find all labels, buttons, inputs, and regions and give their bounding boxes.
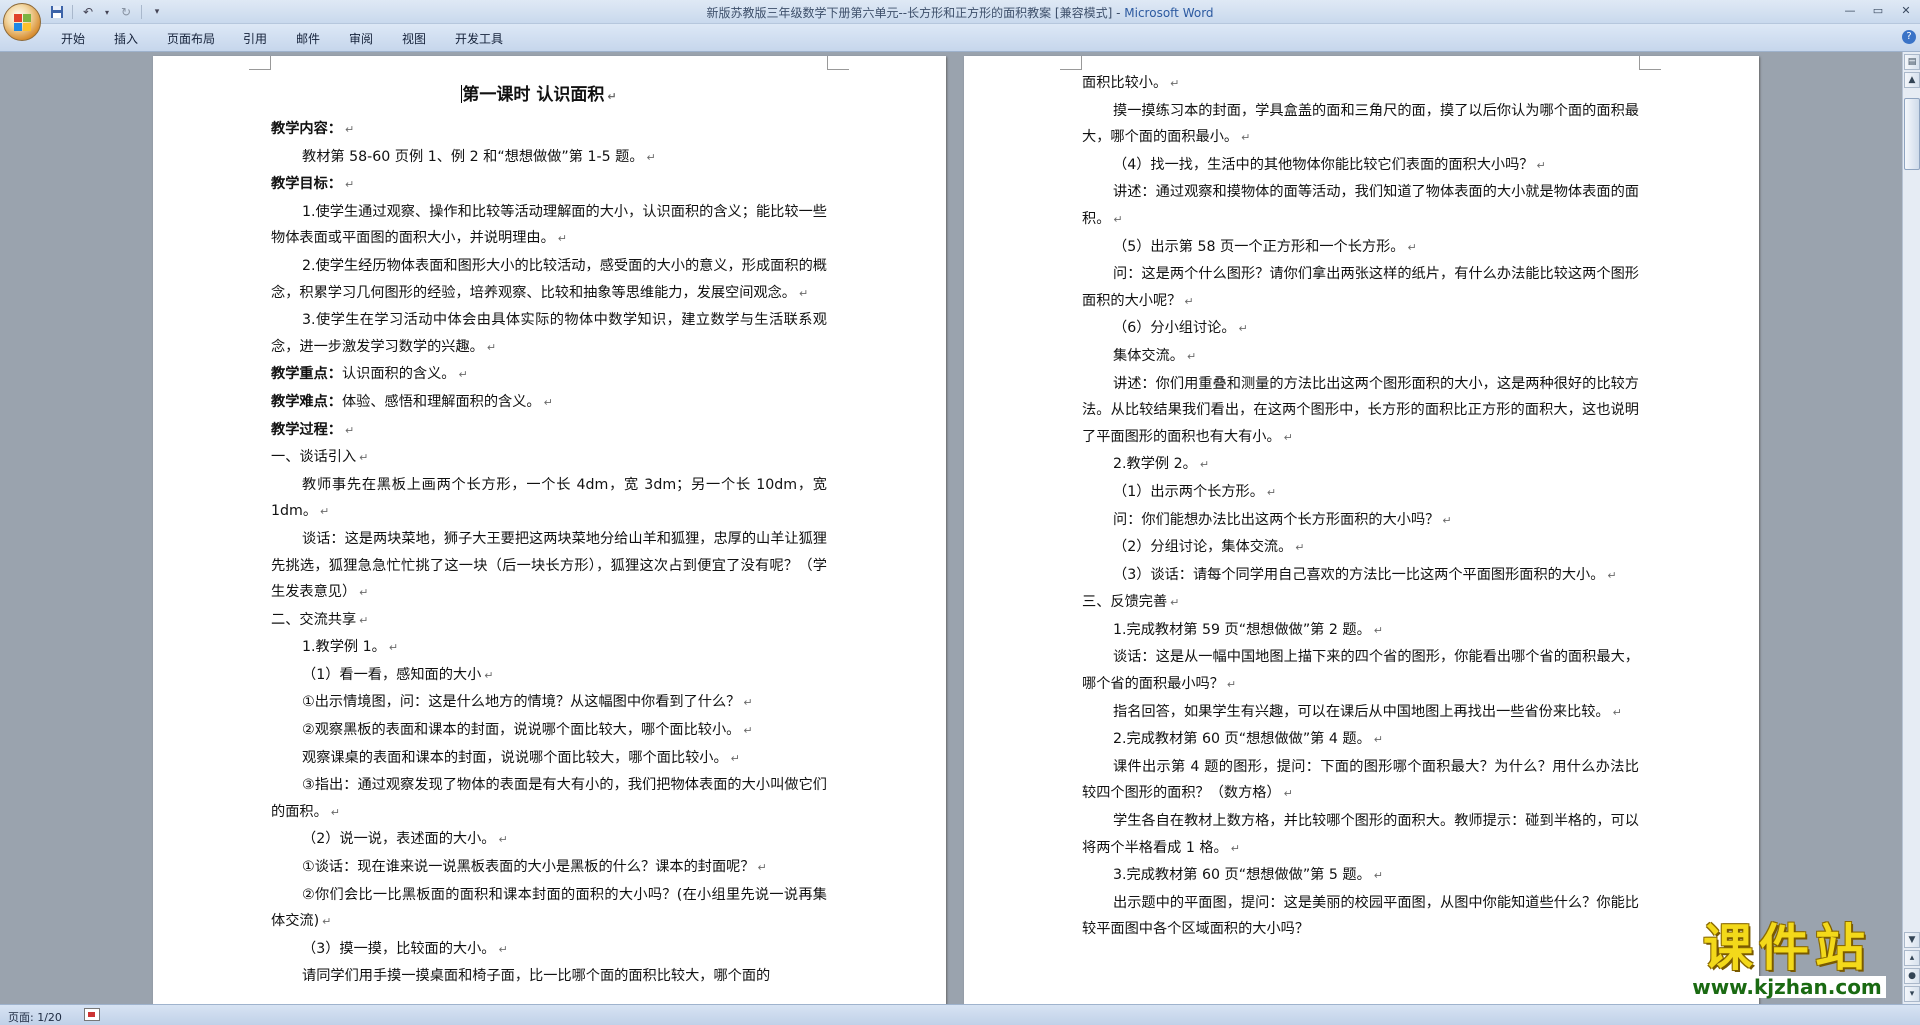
next-page-icon[interactable]: ▾ [1904, 986, 1920, 1002]
paragraph: 2.使学生经历物体表面和图形大小的比较活动，感受面的大小的意义，形成面积的概念，… [271, 257, 827, 301]
page-body: 面积比较小。 ↵ 摸一摸练习本的封面，学具盒盖的面和三角尺的面，摸了以后你认为哪个… [1082, 70, 1639, 943]
close-button[interactable]: ✕ [1892, 0, 1920, 20]
office-button[interactable] [3, 3, 41, 41]
tab-review[interactable]: 审阅 [349, 30, 373, 47]
tab-page-layout[interactable]: 页面布局 [167, 30, 215, 47]
paragraph: （2）说一说，表述面的大小。 ↵ [302, 831, 508, 848]
paragraph: 谈话：这是两块菜地，狮子大王要把这两块菜地分给山羊和狐狸，忠厚的山羊让狐狸先挑选… [271, 530, 827, 601]
vertical-scrollbar[interactable]: ▤ ▲ ▼ ▴ ● ▾ [1902, 52, 1920, 1004]
minimize-button[interactable]: — [1836, 0, 1864, 20]
paragraph: 2.教学例 2。 ↵ [1113, 456, 1210, 473]
paragraph: 2.完成教材第 60 页“想想做做”第 4 题。 ↵ [1113, 731, 1384, 748]
paragraph: 教师事先在黑板上画两个长方形，一个长 4dm，宽 3dm；另一个长 10dm，宽… [271, 476, 827, 520]
scrollbar-thumb[interactable] [1904, 98, 1920, 170]
paragraph: （2）分组讨论，集体交流。 ↵ [1113, 539, 1305, 556]
paragraph: 摸一摸练习本的封面，学具盒盖的面和三角尺的面，摸了以后你认为哪个面的面积最大，哪… [1082, 102, 1639, 146]
section-heading: 一、谈话引入 ↵ [271, 449, 369, 466]
paragraph: 集体交流。 ↵ [1113, 347, 1197, 364]
paragraph: ②观察黑板的表面和课本的封面，说说哪个面比较大，哪个面比较小。 ↵ [302, 722, 753, 739]
document-workspace: 第一课时 认识面积 ↵ 教学内容： ↵ 教材第 58-60 页例 1、例 2 和“想… [0, 52, 1902, 1004]
paragraph: （6）分小组讨论。 ↵ [1113, 320, 1248, 337]
section-heading: 三、反馈完善 ↵ [1082, 594, 1180, 611]
scroll-down-icon[interactable]: ▼ [1904, 932, 1920, 948]
paragraph: 面积比较小。 ↵ [1082, 75, 1180, 91]
paragraph: 课件出示第 4 题的图形，提问：下面的图形哪个面积最大？为什么？用什么办法比较四… [1082, 758, 1639, 802]
paragraph: （5）出示第 58 页一个正方形和一个长方形。 ↵ [1113, 238, 1417, 255]
document-page-2[interactable]: 面积比较小。 ↵ 摸一摸练习本的封面，学具盒盖的面和三角尺的面，摸了以后你认为哪个… [964, 56, 1759, 1004]
paragraph: 教学重点：认识面积的含义。 ↵ [271, 366, 468, 383]
tab-view[interactable]: 视图 [402, 30, 426, 47]
paragraph: 指名回答，如果学生有兴趣，可以在课后从中国地图上再找出一些省份来比较。 ↵ [1113, 703, 1622, 720]
office-button-icon [14, 14, 32, 32]
window-title: 新版苏教版三年级数学下册第六单元--长方形和正方形的面积教案 [兼容模式] - … [0, 4, 1920, 21]
paragraph: 谈话：这是从一幅中国地图上描下来的四个省的图形，你能看出哪个省的面积最大，哪个省… [1082, 649, 1639, 693]
status-bar: 页面: 1/20 [0, 1004, 1920, 1025]
document-page-1[interactable]: 第一课时 认识面积 ↵ 教学内容： ↵ 教材第 58-60 页例 1、例 2 和“想… [153, 56, 946, 1004]
paragraph: 出示题中的平面图，提问：这是美丽的校园平面图，从图中你能知道些什么？你能比较平面… [1082, 894, 1639, 938]
paragraph: ①谈话：现在谁来说一说黑板表面的大小是黑板的什么？课本的封面呢？ ↵ [302, 859, 767, 876]
ribbon-tab-bar: 开始 插入 页面布局 引用 邮件 审阅 视图 开发工具 ? [0, 24, 1920, 52]
paragraph: 教学难点：体验、感悟和理解面积的含义。 ↵ [271, 393, 553, 410]
paragraph: 1.使学生通过观察、操作和比较等活动理解面的大小，认识面积的含义；能比较一些物体… [271, 203, 827, 247]
section-heading: 二、交流共享 ↵ [271, 611, 369, 628]
paragraph: 问：这是两个什么图形？请你们拿出两张这样的纸片，有什么办法能比较这两个图形面积的… [1082, 266, 1639, 309]
paragraph: （3）谈话：请每个同学用自己喜欢的方法比一比这两个平面图形面积的大小。 ↵ [1113, 566, 1617, 583]
paragraph: （4）找一找，生活中的其他物体你能比较它们表面的面积大小吗？ ↵ [1113, 156, 1546, 173]
paragraph: 3.使学生在学习活动中体会由具体实际的物体中数学知识，建立数学与生活联系观念，进… [271, 312, 827, 355]
page-body: 第一课时 认识面积 ↵ 教学内容： ↵ 教材第 58-60 页例 1、例 2 和“想… [271, 80, 827, 990]
paragraph: 请同学们用手摸一摸桌面和椅子面，比一比哪个面的面积比较大，哪个面的 [302, 968, 771, 985]
document-title: 新版苏教版三年级数学下册第六单元--长方形和正方形的面积教案 [兼容模式] - [706, 6, 1125, 20]
page-indicator[interactable]: 页面: 1/20 [8, 1009, 62, 1025]
paragraph: 教学目标： ↵ [271, 176, 355, 193]
paragraph: 教材第 58-60 页例 1、例 2 和“想想做做”第 1-5 题。 ↵ [302, 148, 656, 165]
paragraph: 观察课桌的表面和课本的封面，说说哪个面比较大，哪个面比较小。 ↵ [302, 749, 740, 766]
paragraph: 讲述：你们用重叠和测量的方法比出这两个图形面积的大小，这是两种很好的比较方法。从… [1082, 375, 1639, 445]
paragraph: ①出示情境图，问：这是什么地方的情境？从这幅图中你看到了什么？ ↵ [302, 694, 753, 711]
tab-insert[interactable]: 插入 [114, 30, 138, 47]
paragraph: （1）看一看，感知面的大小 ↵ [302, 666, 494, 683]
paragraph: 教学过程： ↵ [271, 421, 355, 438]
paragraph: 讲述：通过观察和摸物体的面等活动，我们知道了物体表面的大小就是物体表面的面积。 ↵ [1082, 184, 1639, 227]
paragraph: 3.完成教材第 60 页“想想做做”第 5 题。 ↵ [1113, 867, 1384, 884]
paragraph: 问：你们能想办法比出这两个长方形面积的大小吗？ ↵ [1113, 511, 1452, 528]
tab-developer[interactable]: 开发工具 [455, 30, 503, 47]
app-name: Microsoft Word [1124, 6, 1214, 20]
tab-references[interactable]: 引用 [243, 30, 267, 47]
ruler-toggle-icon[interactable]: ▤ [1904, 54, 1920, 70]
crop-mark [1060, 56, 1082, 70]
scroll-up-icon[interactable]: ▲ [1904, 72, 1920, 88]
paragraph: ③指出：通过观察发现了物体的表面是有大有小的，我们把物体表面的大小叫做它们的面积… [271, 777, 827, 820]
title-bar: ↶ ▾ ↻ ▾ 新版苏教版三年级数学下册第六单元--长方形和正方形的面积教案 [… [0, 0, 1920, 24]
tab-home[interactable]: 开始 [61, 30, 85, 47]
watermark-logo: 课件站 www.kjzhan.com [1672, 920, 1902, 1010]
proofing-icon[interactable] [84, 1008, 100, 1021]
crop-mark [827, 56, 849, 70]
window-controls: — ▭ ✕ [1836, 0, 1920, 20]
maximize-button[interactable]: ▭ [1864, 0, 1892, 20]
page-title: 第一课时 认识面积 ↵ [461, 85, 617, 105]
crop-mark [1639, 56, 1661, 70]
browse-object-icon[interactable]: ● [1904, 968, 1920, 984]
watermark-title: 课件站 [1703, 918, 1871, 977]
paragraph: （1）出示两个长方形。 ↵ [1113, 483, 1277, 500]
paragraph: 1.教学例 1。 ↵ [302, 639, 399, 656]
tab-mailings[interactable]: 邮件 [296, 30, 320, 47]
paragraph: 1.完成教材第 59 页“想想做做”第 2 题。 ↵ [1113, 621, 1384, 638]
paragraph: 教学内容： ↵ [271, 121, 355, 137]
previous-page-icon[interactable]: ▴ [1904, 950, 1920, 966]
help-icon[interactable]: ? [1902, 30, 1916, 44]
paragraph: （3）摸一摸，比较面的大小。 ↵ [302, 940, 508, 957]
crop-mark [249, 56, 271, 70]
paragraph: 学生各自在教材上数方格，并比较哪个图形的面积大。教师提示：碰到半格的，可以将两个… [1082, 813, 1639, 856]
paragraph: ②你们会比一比黑板面的面积和课本封面的面积的大小吗？(在小组里先说一说再集体交流… [271, 886, 827, 930]
watermark-url: www.kjzhan.com [1688, 976, 1886, 998]
